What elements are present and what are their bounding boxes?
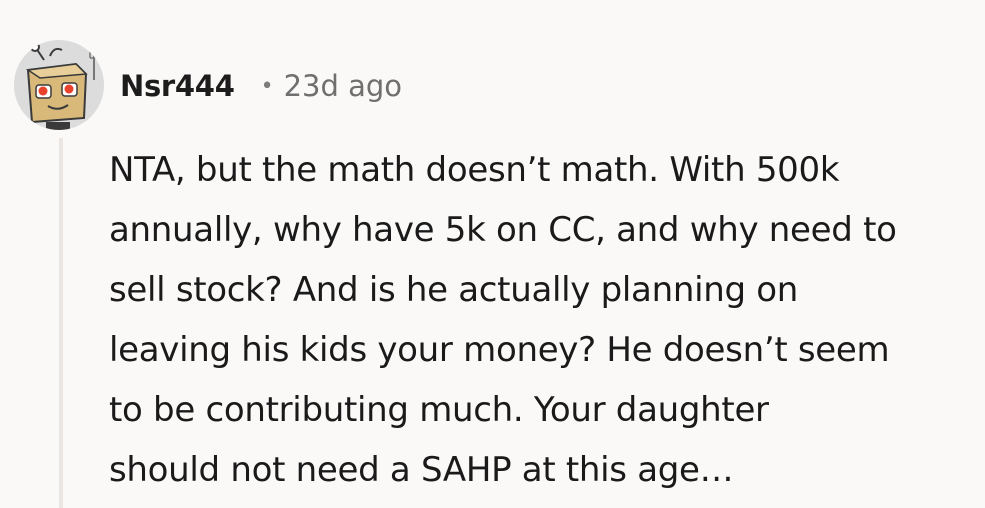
separator-dot: • (260, 73, 274, 99)
comment-header: Nsr444 • 23d ago (120, 66, 402, 106)
snoo-box-costume-avatar-icon (14, 40, 104, 130)
username-link[interactable]: Nsr444 (120, 69, 235, 103)
comment-body: NTA, but the math doesn’t math. With 500… (109, 150, 897, 490)
comment-card: Nsr444 • 23d ago NTA, but the math doesn… (0, 0, 985, 508)
timestamp[interactable]: 23d ago (284, 69, 402, 103)
thread-line[interactable] (59, 138, 63, 508)
user-avatar[interactable] (14, 40, 104, 130)
